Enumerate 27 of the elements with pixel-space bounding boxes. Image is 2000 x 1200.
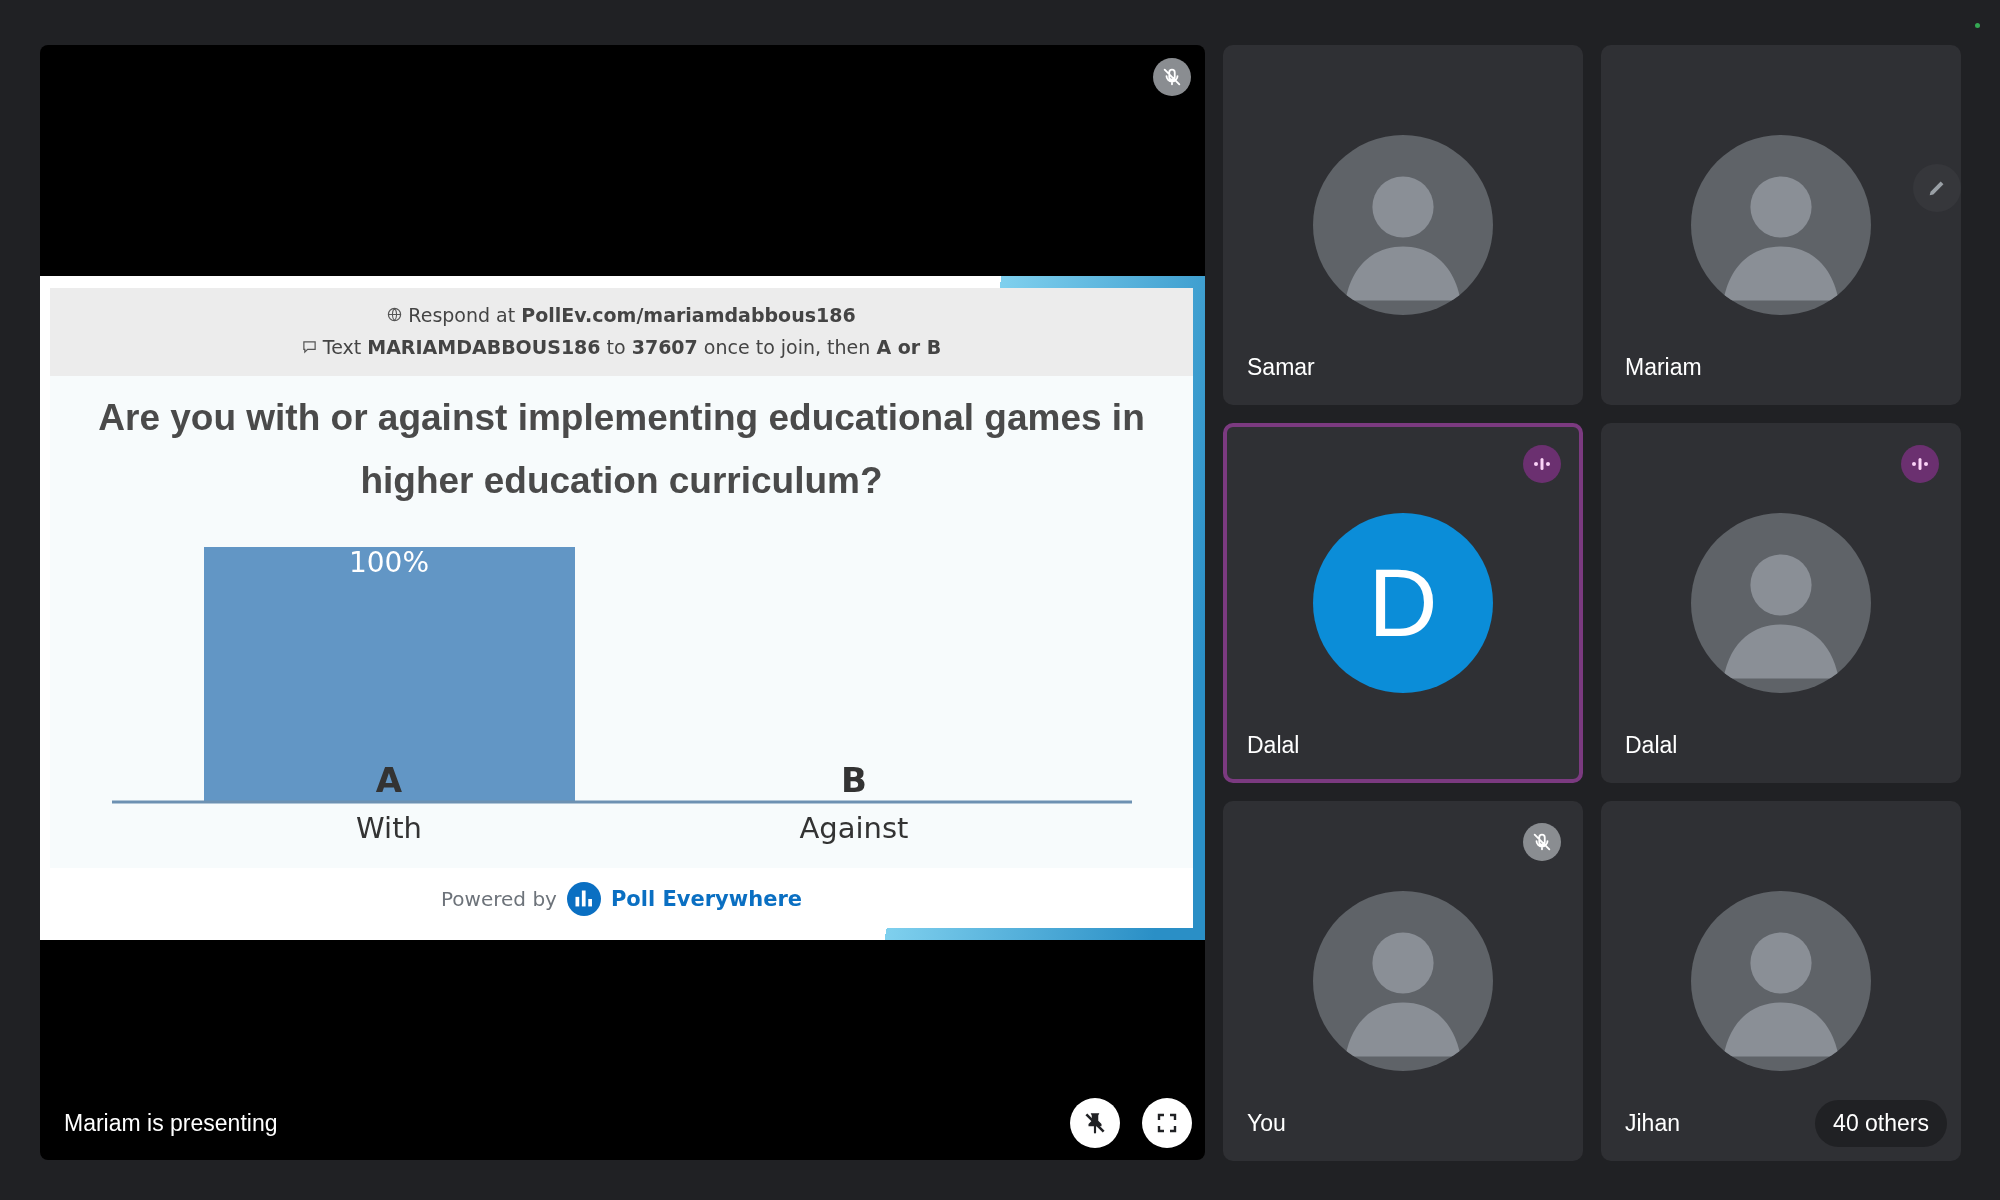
initial-avatar: D	[1313, 513, 1493, 693]
powered-by-text: Powered by	[441, 886, 557, 911]
respond-instruction: Respond at PollEv.com/mariamdabbous186	[408, 303, 856, 326]
status-dot	[1975, 23, 1980, 28]
unpin-button[interactable]	[1070, 1098, 1120, 1148]
presenter-caption: Mariam is presenting	[64, 1109, 278, 1137]
option-letter: A	[375, 759, 402, 800]
participant-name: Mariam	[1625, 353, 1702, 381]
brand-name: Poll Everywhere	[610, 886, 802, 911]
pencil-icon[interactable]	[1913, 164, 1961, 212]
participant-name: Dalal	[1247, 731, 1300, 759]
value-label: 100%	[348, 545, 429, 579]
category-label: Against	[799, 810, 908, 845]
category-label: With	[355, 810, 422, 845]
fullscreen-icon	[1155, 1111, 1179, 1135]
sms-icon	[301, 339, 317, 354]
option-letter: B	[840, 759, 867, 800]
fullscreen-button[interactable]	[1142, 1098, 1192, 1148]
others-count[interactable]: 40 others	[1815, 1099, 1947, 1147]
participant-name: Samar	[1247, 353, 1315, 381]
participant-name: Dalal	[1625, 731, 1678, 759]
globe-icon	[387, 307, 403, 322]
participant-name: Jihan	[1625, 1109, 1680, 1137]
bar-chart-logo-icon	[566, 881, 601, 916]
text-instruction: Text MARIAMDABBOUS186 to 37607 once to join, then A or B	[322, 335, 942, 358]
poll-question: Are you with or against implementing educational games in higher education curriculum?	[97, 395, 1146, 503]
participant-name: You	[1247, 1109, 1286, 1137]
